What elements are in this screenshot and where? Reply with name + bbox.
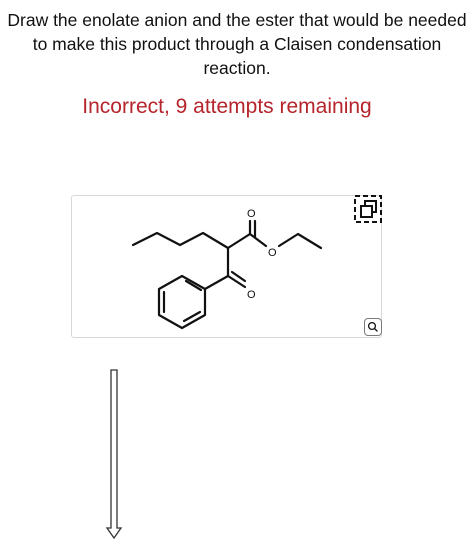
reaction-arrow-down [105,369,123,540]
